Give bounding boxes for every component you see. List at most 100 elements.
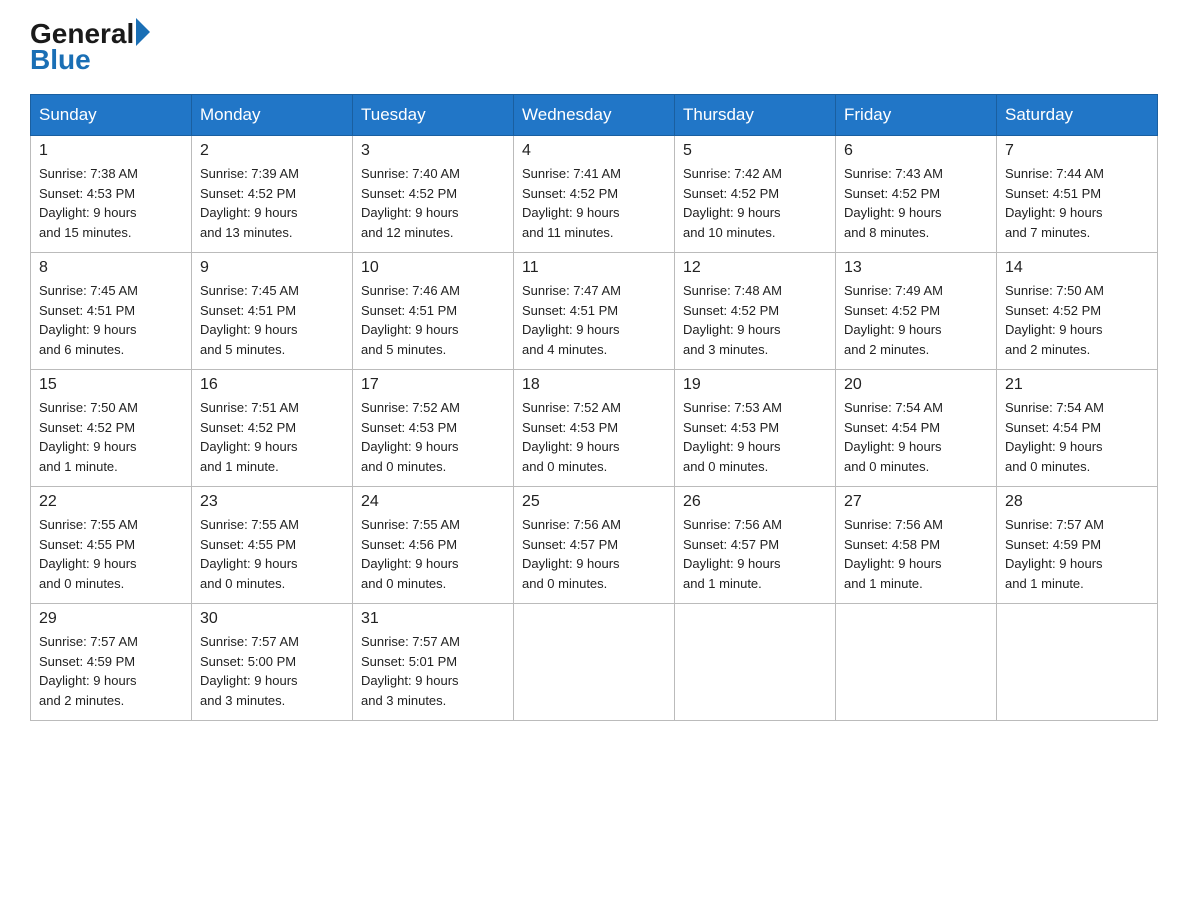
calendar-cell: 21 Sunrise: 7:54 AM Sunset: 4:54 PM Dayl… [997,370,1158,487]
day-number: 4 [522,142,666,160]
weekday-header-row: SundayMondayTuesdayWednesdayThursdayFrid… [31,95,1158,136]
day-info: Sunrise: 7:57 AM Sunset: 5:01 PM Dayligh… [361,632,505,710]
day-info: Sunrise: 7:54 AM Sunset: 4:54 PM Dayligh… [844,398,988,476]
day-info: Sunrise: 7:49 AM Sunset: 4:52 PM Dayligh… [844,281,988,359]
logo-triangle-icon [136,18,150,46]
calendar-cell: 9 Sunrise: 7:45 AM Sunset: 4:51 PM Dayli… [192,253,353,370]
calendar-cell: 20 Sunrise: 7:54 AM Sunset: 4:54 PM Dayl… [836,370,997,487]
calendar-cell: 18 Sunrise: 7:52 AM Sunset: 4:53 PM Dayl… [514,370,675,487]
day-info: Sunrise: 7:57 AM Sunset: 5:00 PM Dayligh… [200,632,344,710]
day-info: Sunrise: 7:52 AM Sunset: 4:53 PM Dayligh… [522,398,666,476]
day-info: Sunrise: 7:41 AM Sunset: 4:52 PM Dayligh… [522,164,666,242]
calendar-cell [997,604,1158,721]
calendar-cell: 15 Sunrise: 7:50 AM Sunset: 4:52 PM Dayl… [31,370,192,487]
day-info: Sunrise: 7:38 AM Sunset: 4:53 PM Dayligh… [39,164,183,242]
calendar-cell: 16 Sunrise: 7:51 AM Sunset: 4:52 PM Dayl… [192,370,353,487]
day-info: Sunrise: 7:43 AM Sunset: 4:52 PM Dayligh… [844,164,988,242]
day-number: 26 [683,493,827,511]
calendar-cell: 30 Sunrise: 7:57 AM Sunset: 5:00 PM Dayl… [192,604,353,721]
day-number: 17 [361,376,505,394]
day-info: Sunrise: 7:57 AM Sunset: 4:59 PM Dayligh… [39,632,183,710]
day-info: Sunrise: 7:45 AM Sunset: 4:51 PM Dayligh… [39,281,183,359]
week-row-3: 15 Sunrise: 7:50 AM Sunset: 4:52 PM Dayl… [31,370,1158,487]
calendar-table: SundayMondayTuesdayWednesdayThursdayFrid… [30,94,1158,721]
calendar-cell: 10 Sunrise: 7:46 AM Sunset: 4:51 PM Dayl… [353,253,514,370]
day-info: Sunrise: 7:42 AM Sunset: 4:52 PM Dayligh… [683,164,827,242]
day-number: 31 [361,610,505,628]
day-number: 19 [683,376,827,394]
day-number: 29 [39,610,183,628]
day-info: Sunrise: 7:50 AM Sunset: 4:52 PM Dayligh… [39,398,183,476]
day-number: 23 [200,493,344,511]
day-info: Sunrise: 7:56 AM Sunset: 4:57 PM Dayligh… [683,515,827,593]
calendar-cell: 13 Sunrise: 7:49 AM Sunset: 4:52 PM Dayl… [836,253,997,370]
calendar-cell: 24 Sunrise: 7:55 AM Sunset: 4:56 PM Dayl… [353,487,514,604]
header-wednesday: Wednesday [514,95,675,136]
day-info: Sunrise: 7:51 AM Sunset: 4:52 PM Dayligh… [200,398,344,476]
day-info: Sunrise: 7:55 AM Sunset: 4:55 PM Dayligh… [200,515,344,593]
header-saturday: Saturday [997,95,1158,136]
calendar-cell: 19 Sunrise: 7:53 AM Sunset: 4:53 PM Dayl… [675,370,836,487]
day-info: Sunrise: 7:55 AM Sunset: 4:56 PM Dayligh… [361,515,505,593]
calendar-cell: 3 Sunrise: 7:40 AM Sunset: 4:52 PM Dayli… [353,136,514,253]
day-info: Sunrise: 7:47 AM Sunset: 4:51 PM Dayligh… [522,281,666,359]
calendar-cell: 27 Sunrise: 7:56 AM Sunset: 4:58 PM Dayl… [836,487,997,604]
week-row-2: 8 Sunrise: 7:45 AM Sunset: 4:51 PM Dayli… [31,253,1158,370]
day-number: 15 [39,376,183,394]
day-info: Sunrise: 7:50 AM Sunset: 4:52 PM Dayligh… [1005,281,1149,359]
week-row-1: 1 Sunrise: 7:38 AM Sunset: 4:53 PM Dayli… [31,136,1158,253]
logo-blue: Blue [30,46,91,74]
day-info: Sunrise: 7:44 AM Sunset: 4:51 PM Dayligh… [1005,164,1149,242]
week-row-5: 29 Sunrise: 7:57 AM Sunset: 4:59 PM Dayl… [31,604,1158,721]
calendar-cell: 4 Sunrise: 7:41 AM Sunset: 4:52 PM Dayli… [514,136,675,253]
day-info: Sunrise: 7:54 AM Sunset: 4:54 PM Dayligh… [1005,398,1149,476]
page-header: General Blue [30,20,1158,74]
day-number: 3 [361,142,505,160]
day-info: Sunrise: 7:57 AM Sunset: 4:59 PM Dayligh… [1005,515,1149,593]
day-number: 7 [1005,142,1149,160]
day-info: Sunrise: 7:48 AM Sunset: 4:52 PM Dayligh… [683,281,827,359]
calendar-cell: 6 Sunrise: 7:43 AM Sunset: 4:52 PM Dayli… [836,136,997,253]
day-number: 25 [522,493,666,511]
calendar-cell: 22 Sunrise: 7:55 AM Sunset: 4:55 PM Dayl… [31,487,192,604]
header-thursday: Thursday [675,95,836,136]
calendar-cell: 25 Sunrise: 7:56 AM Sunset: 4:57 PM Dayl… [514,487,675,604]
day-info: Sunrise: 7:55 AM Sunset: 4:55 PM Dayligh… [39,515,183,593]
day-number: 8 [39,259,183,277]
day-number: 1 [39,142,183,160]
header-monday: Monday [192,95,353,136]
header-tuesday: Tuesday [353,95,514,136]
calendar-cell: 8 Sunrise: 7:45 AM Sunset: 4:51 PM Dayli… [31,253,192,370]
day-number: 21 [1005,376,1149,394]
calendar-cell: 12 Sunrise: 7:48 AM Sunset: 4:52 PM Dayl… [675,253,836,370]
logo: General Blue [30,20,150,74]
day-number: 14 [1005,259,1149,277]
day-number: 11 [522,259,666,277]
calendar-cell: 11 Sunrise: 7:47 AM Sunset: 4:51 PM Dayl… [514,253,675,370]
day-info: Sunrise: 7:39 AM Sunset: 4:52 PM Dayligh… [200,164,344,242]
day-info: Sunrise: 7:53 AM Sunset: 4:53 PM Dayligh… [683,398,827,476]
day-number: 10 [361,259,505,277]
calendar-cell: 1 Sunrise: 7:38 AM Sunset: 4:53 PM Dayli… [31,136,192,253]
calendar-cell: 29 Sunrise: 7:57 AM Sunset: 4:59 PM Dayl… [31,604,192,721]
day-number: 9 [200,259,344,277]
header-sunday: Sunday [31,95,192,136]
calendar-cell: 7 Sunrise: 7:44 AM Sunset: 4:51 PM Dayli… [997,136,1158,253]
day-number: 13 [844,259,988,277]
calendar-cell: 5 Sunrise: 7:42 AM Sunset: 4:52 PM Dayli… [675,136,836,253]
day-info: Sunrise: 7:56 AM Sunset: 4:58 PM Dayligh… [844,515,988,593]
header-friday: Friday [836,95,997,136]
calendar-cell: 17 Sunrise: 7:52 AM Sunset: 4:53 PM Dayl… [353,370,514,487]
calendar-cell: 2 Sunrise: 7:39 AM Sunset: 4:52 PM Dayli… [192,136,353,253]
calendar-cell [836,604,997,721]
calendar-cell [675,604,836,721]
calendar-cell: 23 Sunrise: 7:55 AM Sunset: 4:55 PM Dayl… [192,487,353,604]
day-number: 16 [200,376,344,394]
day-number: 2 [200,142,344,160]
calendar-cell: 14 Sunrise: 7:50 AM Sunset: 4:52 PM Dayl… [997,253,1158,370]
day-info: Sunrise: 7:46 AM Sunset: 4:51 PM Dayligh… [361,281,505,359]
day-number: 27 [844,493,988,511]
day-number: 30 [200,610,344,628]
calendar-cell: 26 Sunrise: 7:56 AM Sunset: 4:57 PM Dayl… [675,487,836,604]
day-info: Sunrise: 7:45 AM Sunset: 4:51 PM Dayligh… [200,281,344,359]
